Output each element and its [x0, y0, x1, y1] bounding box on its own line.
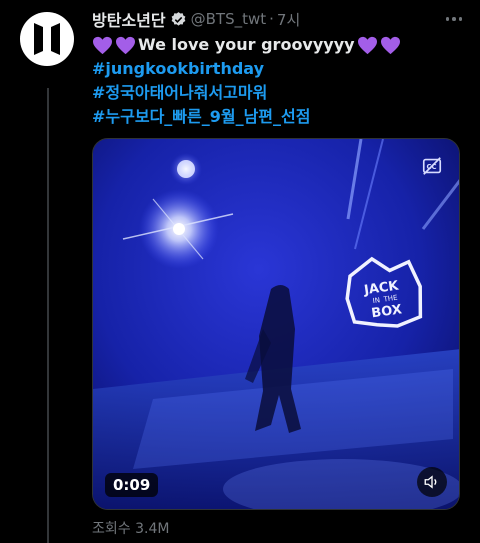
volume-icon[interactable]	[417, 467, 447, 497]
separator-dot: ·	[269, 10, 274, 28]
bts-logo-icon	[34, 23, 60, 55]
purple-heart-icon	[115, 36, 136, 55]
author-handle[interactable]: @BTS_twt	[191, 10, 267, 28]
hashtag-link[interactable]: #누구보다_빠른_9월_남편_선점	[92, 105, 464, 129]
tweet-content: 방탄소년단 @BTS_twt · 7시 We love your groovyy…	[92, 8, 464, 129]
hashtag-link[interactable]: #정국아태어나줘서고마워	[92, 81, 464, 105]
purple-heart-icon	[357, 36, 378, 55]
avatar[interactable]	[20, 12, 74, 66]
more-options-icon[interactable]	[444, 10, 464, 28]
thread-line	[47, 88, 49, 543]
verified-badge-icon	[170, 11, 187, 28]
hashtag-link[interactable]: #jungkookbirthday	[92, 57, 464, 81]
video-frame: JACK IN THE BOX	[93, 139, 459, 509]
tweet-main-text: We love your groovyyyy	[138, 35, 355, 54]
timestamp[interactable]: 7시	[277, 9, 300, 30]
tweet-text: We love your groovyyyy #jungkookbirthday…	[92, 33, 464, 129]
captions-off-icon[interactable]: CC	[421, 155, 443, 177]
video-duration: 0:09	[105, 473, 159, 497]
purple-heart-icon	[380, 36, 401, 55]
tweet-text-line: We love your groovyyyy	[92, 33, 464, 57]
purple-heart-icon	[92, 36, 113, 55]
tweet-header: 방탄소년단 @BTS_twt · 7시	[92, 8, 464, 30]
video-player[interactable]: JACK IN THE BOX CC 0:09	[92, 138, 460, 510]
sign-text-in: IN	[372, 296, 380, 305]
author-name[interactable]: 방탄소년단	[92, 7, 166, 31]
view-count: 조회수 3.4M	[92, 521, 170, 537]
